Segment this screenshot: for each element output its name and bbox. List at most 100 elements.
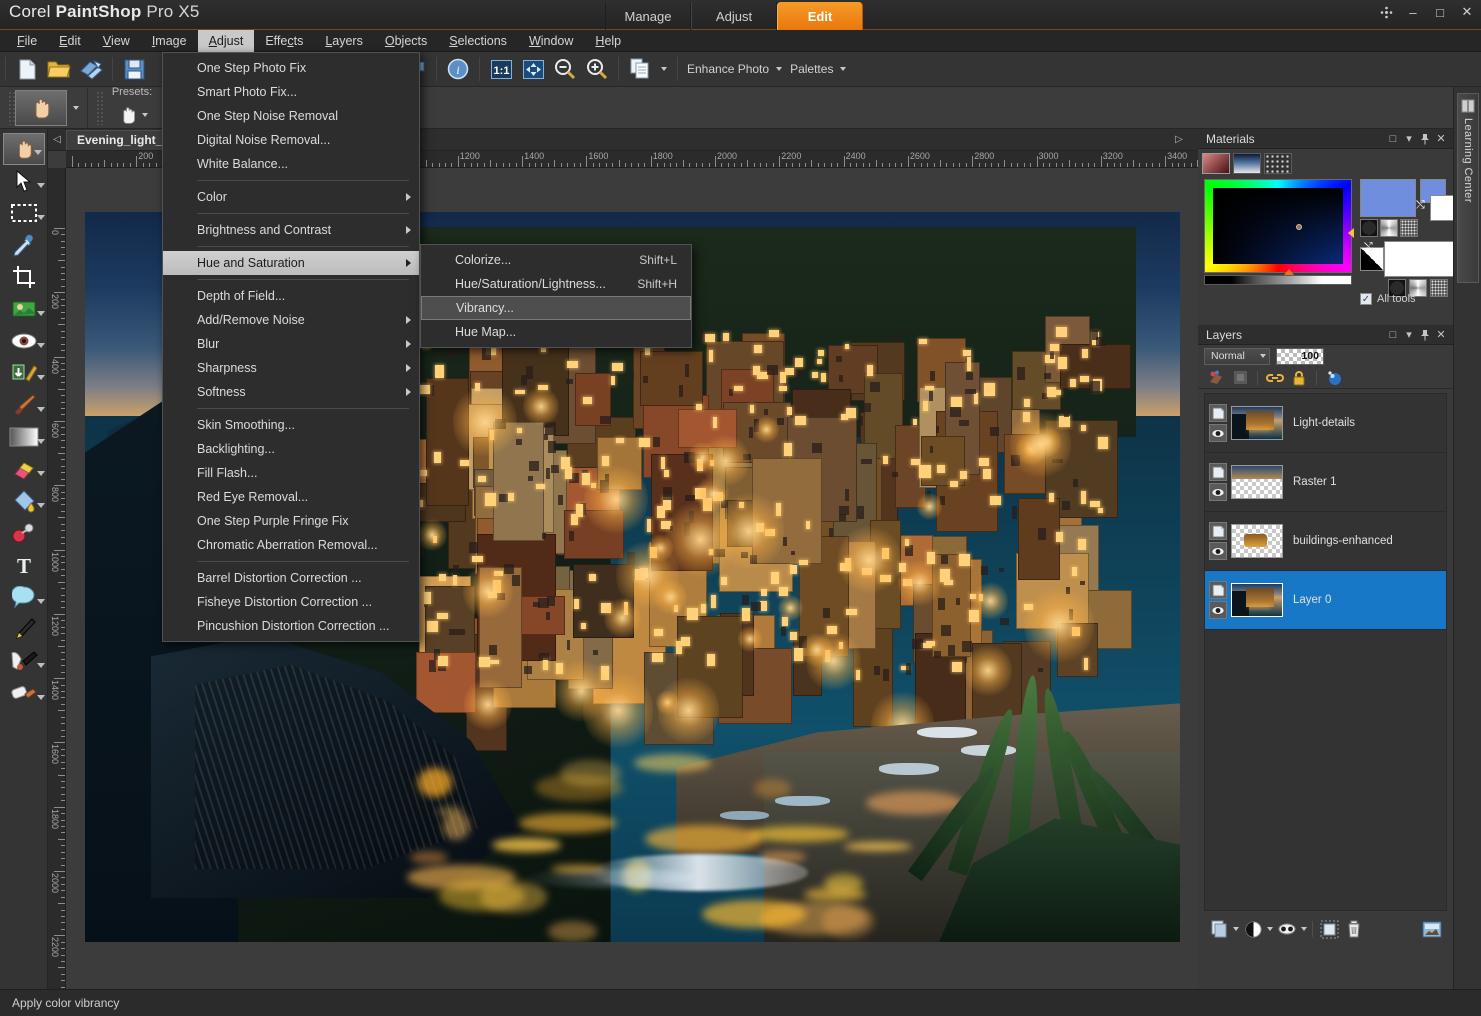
menu-edit[interactable]: Edit	[48, 30, 92, 52]
adjust-menu-item[interactable]: Add/Remove Noise	[163, 308, 419, 332]
swap-materials-icon[interactable]: ⤭	[1416, 199, 1425, 212]
background-texture-style-icon[interactable]	[1430, 279, 1448, 297]
adjust-menu-item[interactable]: White Balance...	[163, 152, 419, 176]
close-icon[interactable]: ✕	[1459, 4, 1475, 20]
doc-scroll-left-icon[interactable]: ◁	[48, 129, 66, 151]
layer-visibility-icon[interactable]	[1209, 424, 1227, 442]
adjust-menu-item[interactable]: Sharpness	[163, 356, 419, 380]
materials-tab-swatches[interactable]	[1264, 153, 1292, 174]
learning-center-tab[interactable]: Learning Center	[1457, 93, 1479, 283]
new-mask-icon[interactable]	[1276, 918, 1298, 940]
menu-selections[interactable]: Selections	[438, 30, 518, 52]
hue-saturation-submenu[interactable]: Colorize...Shift+LHue/Saturation/Lightne…	[420, 244, 692, 348]
chevron-down-icon[interactable]	[37, 439, 45, 444]
layer-visibility-icon[interactable]	[1209, 483, 1227, 501]
layer-type-icon[interactable]	[1209, 581, 1227, 599]
actual-size-icon[interactable]: 1:1	[485, 54, 517, 85]
adjust-menu-item[interactable]: Depth of Field...	[163, 284, 419, 308]
blend-mode-select[interactable]: Normal	[1204, 348, 1270, 365]
new-adjustment-layer-icon[interactable]	[1242, 918, 1264, 940]
panel-close-icon[interactable]: ✕	[1433, 131, 1449, 147]
adjust-menu-item[interactable]: Red Eye Removal...	[163, 485, 419, 509]
tool-pan[interactable]	[3, 133, 45, 165]
layer-opacity-input[interactable]: 100	[1276, 348, 1324, 365]
menu-objects[interactable]: Objects	[374, 30, 438, 52]
zoom-out-icon[interactable]	[549, 54, 581, 85]
maximize-icon[interactable]: □	[1432, 4, 1448, 20]
chevron-down-icon[interactable]	[37, 311, 45, 316]
adjust-menu-item[interactable]: Barrel Distortion Correction ...	[163, 566, 419, 590]
workspace-tab-manage[interactable]: Manage	[605, 2, 691, 30]
save-icon[interactable]	[118, 54, 150, 85]
lock-layer-icon[interactable]	[1289, 369, 1309, 387]
tool-red-eye[interactable]	[1, 325, 47, 357]
chevron-down-icon[interactable]	[37, 375, 45, 380]
new-layer-dropdown-icon[interactable]	[1233, 927, 1239, 931]
panel-menu-icon[interactable]: ▾	[1401, 131, 1417, 147]
layer-row[interactable]: Light-details	[1205, 394, 1446, 453]
tool-pen[interactable]	[1, 613, 47, 645]
tool-warp-brush[interactable]	[1, 645, 47, 677]
panel-menu-icon[interactable]: ▾	[1401, 327, 1417, 343]
menu-adjust[interactable]: Adjust	[198, 30, 255, 52]
layer-type-icon[interactable]	[1209, 463, 1227, 481]
drag-handle-presets[interactable]	[96, 91, 103, 125]
tool-eraser[interactable]	[1, 453, 47, 485]
menu-layers[interactable]: Layers	[314, 30, 374, 52]
materials-tab-frame[interactable]	[1202, 153, 1230, 174]
menu-file[interactable]: File	[6, 30, 48, 52]
chevron-down-icon[interactable]	[37, 503, 45, 508]
hue-submenu-item[interactable]: Colorize...Shift+L	[421, 248, 691, 272]
duplicate-dropdown-icon[interactable]	[656, 54, 672, 85]
zoom-in-icon[interactable]	[581, 54, 613, 85]
swap-colors-icon[interactable]: ⤭	[1364, 241, 1373, 254]
adjust-menu-item[interactable]: Chromatic Aberration Removal...	[163, 533, 419, 557]
palettes-button[interactable]: Palettes	[786, 54, 850, 85]
menu-help[interactable]: Help	[584, 30, 632, 52]
adjust-menu-item[interactable]: Smart Photo Fix...	[163, 80, 419, 104]
preset-dropdown-icon[interactable]	[142, 113, 148, 117]
menu-image[interactable]: Image	[141, 30, 198, 52]
saturation-value-box[interactable]	[1213, 188, 1343, 264]
layer-row[interactable]: Raster 1	[1205, 453, 1446, 512]
background-material-swatch[interactable]	[1384, 241, 1454, 277]
minimize-icon[interactable]: –	[1405, 4, 1421, 20]
pan-tool-button[interactable]	[15, 90, 67, 126]
menu-window[interactable]: Window	[518, 30, 584, 52]
foreground-material-swatch[interactable]	[1360, 179, 1416, 217]
doc-scroll-right-icon[interactable]: ▷	[1170, 129, 1188, 151]
new-raster-layer-icon[interactable]	[1206, 369, 1226, 387]
tool-selection[interactable]	[1, 197, 47, 229]
foreground-texture-style-icon[interactable]	[1400, 219, 1418, 237]
delete-layer-icon[interactable]	[1343, 918, 1365, 940]
adjust-menu-item[interactable]: One Step Purple Fringe Fix	[163, 509, 419, 533]
tool-pick[interactable]	[1, 165, 47, 197]
tool-crop[interactable]	[1, 261, 47, 293]
drag-handle[interactable]	[8, 91, 15, 125]
hue-submenu-item[interactable]: Hue/Saturation/Lightness...Shift+H	[421, 272, 691, 296]
tool-shape[interactable]	[1, 581, 47, 613]
adjust-menu-item[interactable]: Hue and Saturation	[163, 251, 419, 275]
tool-gradient[interactable]	[1, 421, 47, 453]
adjust-menu-item[interactable]: Digital Noise Removal...	[163, 128, 419, 152]
adjust-menu-item[interactable]: Pincushion Distortion Correction ...	[163, 614, 419, 638]
open-icon[interactable]	[43, 54, 75, 85]
layer-styles-icon[interactable]	[1324, 369, 1344, 387]
color-picker-wheel[interactable]	[1204, 179, 1352, 273]
chevron-down-icon[interactable]	[37, 663, 45, 668]
chevron-down-icon[interactable]	[37, 183, 45, 188]
tool-smudge[interactable]	[1, 677, 47, 709]
new-mask-layer-icon[interactable]	[1230, 369, 1250, 387]
chevron-down-icon[interactable]	[37, 599, 45, 604]
menu-effects[interactable]: Effects	[254, 30, 314, 52]
workspace-tab-edit[interactable]: Edit	[777, 2, 863, 30]
tool-straighten[interactable]	[1, 293, 47, 325]
chevron-down-icon[interactable]	[37, 695, 45, 700]
adjust-menu-item[interactable]: Softness	[163, 380, 419, 404]
new-layer-icon[interactable]	[1208, 918, 1230, 940]
new-mask-dropdown-icon[interactable]	[1301, 927, 1307, 931]
adjust-menu-item[interactable]: Fill Flash...	[163, 461, 419, 485]
panel-close-icon[interactable]: ✕	[1433, 327, 1449, 343]
adjust-menu-item[interactable]: Brightness and Contrast	[163, 218, 419, 242]
layer-row[interactable]: buildings-enhanced	[1205, 512, 1446, 571]
